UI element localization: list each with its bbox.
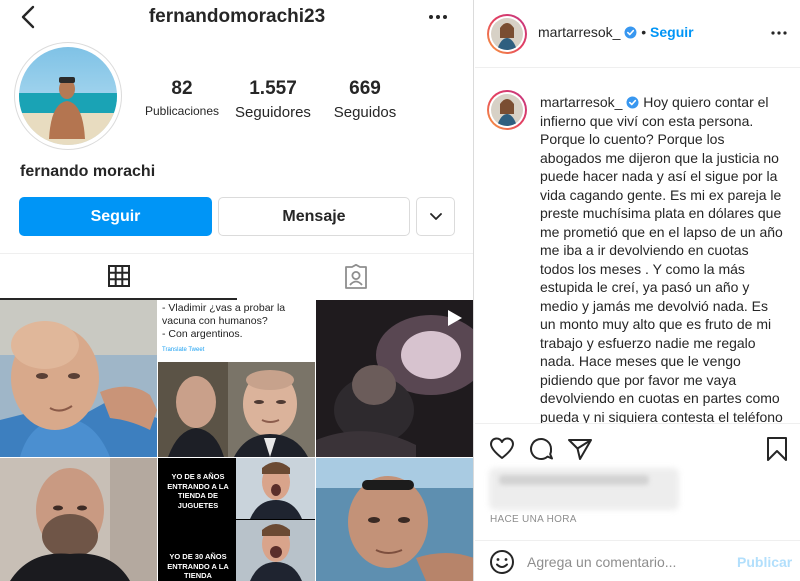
post-tweet-text: - Vladimir ¿vas a probar la vacuna con h… <box>162 302 286 340</box>
grid-icon <box>107 265 130 287</box>
post-caption: martarresok_ Hoy quiero contar el infier… <box>540 93 786 423</box>
chevron-down-icon <box>429 212 442 220</box>
caption-author-avatar[interactable] <box>487 90 527 130</box>
likes-info-blurred-line <box>499 475 649 485</box>
profile-stats: 82 Publicaciones 1.557 Seguidores 669 Se… <box>140 78 408 121</box>
post-thumbnail <box>236 458 315 581</box>
avatar <box>19 47 117 145</box>
post-author-line: martarresok_ • Seguir <box>538 24 694 40</box>
verified-icon <box>624 26 637 39</box>
stat-following-count: 669 <box>349 78 381 99</box>
avatar <box>491 18 523 50</box>
verified-icon <box>626 96 639 109</box>
post-pane: martarresok_ • Seguir martarresok_ Hoy q… <box>475 0 800 581</box>
stat-posts[interactable]: 82 Publicaciones <box>140 78 224 121</box>
profile-pane: fernandomorachi23 82 Publicaciones 1.557 <box>0 0 474 581</box>
avatar <box>491 94 523 126</box>
grid-post[interactable] <box>316 300 473 457</box>
profile-topbar: fernandomorachi23 <box>0 0 473 38</box>
bookmark-icon[interactable] <box>764 436 790 462</box>
grid-post[interactable]: - Vladimir ¿vas a probar la vacuna con h… <box>158 300 315 457</box>
grid-post[interactable] <box>0 300 157 457</box>
post-author-username[interactable]: martarresok_ <box>538 24 620 40</box>
post-thumbnail <box>0 458 157 581</box>
follow-button[interactable]: Seguir <box>19 197 212 236</box>
author-avatar[interactable] <box>487 14 527 54</box>
comment-icon[interactable] <box>528 436 554 462</box>
suggested-accounts-button[interactable] <box>416 197 455 236</box>
video-play-icon <box>448 310 462 326</box>
post-follow-button[interactable]: Seguir <box>650 24 694 40</box>
post-header: martarresok_ • Seguir <box>475 0 800 68</box>
heart-icon[interactable] <box>489 436 515 462</box>
stat-following[interactable]: 669 Seguidos <box>322 78 408 121</box>
profile-username: fernandomorachi23 <box>148 6 326 27</box>
stat-followers[interactable]: 1.557 Seguidores <box>224 78 322 121</box>
comment-bar: Publicar <box>475 540 800 581</box>
publish-button[interactable]: Publicar <box>737 554 792 570</box>
stat-posts-label: Publicaciones <box>144 104 220 118</box>
tab-posts[interactable] <box>0 254 237 300</box>
meme-bottom-text: YO DE 30 AÑOS ENTRANDO A LA TIENDA <box>167 552 229 580</box>
stat-following-label: Seguidos <box>333 104 397 121</box>
meme-text-panel: YO DE 8 AÑOS ENTRANDO A LA TIENDA DE JUG… <box>158 458 236 581</box>
caption-text: Hoy quiero contar el infierno que viví c… <box>540 94 783 423</box>
post-caption-area: martarresok_ Hoy quiero contar el infier… <box>475 69 800 423</box>
grid-post[interactable] <box>316 458 473 581</box>
posts-grid: - Vladimir ¿vas a probar la vacuna con h… <box>0 300 473 581</box>
share-icon[interactable] <box>567 436 593 462</box>
grid-post[interactable] <box>0 458 157 581</box>
emoji-icon[interactable] <box>489 549 515 575</box>
grid-post[interactable]: YO DE 8 AÑOS ENTRANDO A LA TIENDA DE JUG… <box>158 458 315 581</box>
stat-followers-label: Seguidores <box>235 104 311 121</box>
post-thumbnail <box>0 300 157 457</box>
post-actions <box>475 423 800 471</box>
meme-top-text: YO DE 8 AÑOS ENTRANDO A LA TIENDA DE JUG… <box>167 472 229 510</box>
tagged-icon <box>344 264 367 289</box>
tab-tagged[interactable] <box>237 254 473 300</box>
profile-full-name: fernando morachi <box>20 163 156 180</box>
post-translate-text: Translate Tweet <box>162 347 205 353</box>
post-thumbnail <box>158 362 315 457</box>
post-thumbnail <box>316 458 473 581</box>
comment-input[interactable] <box>527 551 727 573</box>
profile-avatar-ring[interactable] <box>14 42 122 150</box>
post-timestamp: Hace una hora <box>490 514 577 525</box>
profile-tabs <box>0 253 473 300</box>
stat-followers-count: 1.557 <box>249 78 297 99</box>
more-icon[interactable] <box>770 27 788 39</box>
caption-author-username[interactable]: martarresok_ <box>540 94 622 110</box>
stat-posts-count: 82 <box>171 78 193 99</box>
more-icon[interactable] <box>426 7 450 27</box>
message-button[interactable]: Mensaje <box>218 197 410 236</box>
separator-dot: • <box>641 24 647 40</box>
